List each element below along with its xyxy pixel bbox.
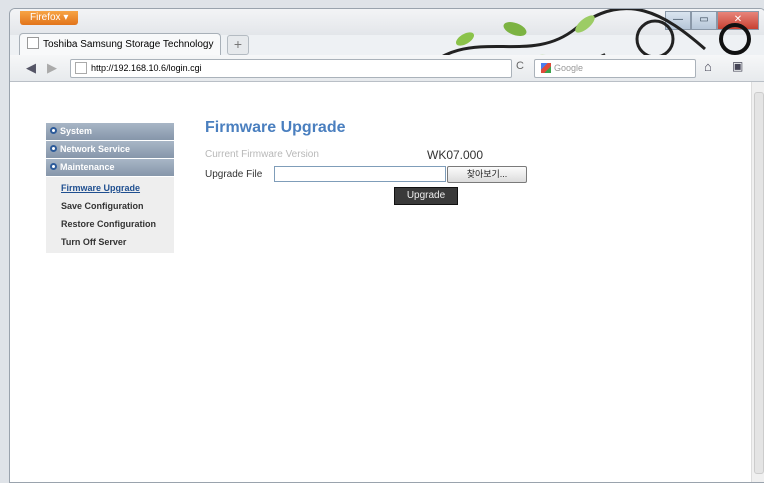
navigation-bar: ◀ ▶ http://192.168.10.6/login.cgi C Goog… — [10, 55, 764, 82]
google-icon — [541, 62, 551, 73]
section-label: Network Service — [60, 144, 131, 154]
bullet-icon — [50, 127, 57, 135]
back-arrow-icon[interactable]: ◀ — [22, 59, 40, 76]
sidebar-item-save-configuration[interactable]: Save Configuration — [46, 197, 174, 215]
upgrade-file-label: Upgrade File — [205, 169, 263, 180]
sidebar-menu: System Network Service Maintenance Firmw… — [46, 123, 174, 253]
vertical-scrollbar[interactable] — [751, 82, 764, 482]
sidebar-item-turn-off-server[interactable]: Turn Off Server — [46, 233, 174, 251]
browse-button[interactable]: 찾아보기... — [447, 166, 527, 183]
upgrade-file-input[interactable] — [274, 166, 446, 182]
forward-arrow-icon[interactable]: ▶ — [44, 59, 60, 76]
sidebar-section-system[interactable]: System — [46, 123, 174, 140]
home-icon[interactable]: ⌂ — [704, 59, 712, 74]
url-text: http://192.168.10.6/login.cgi — [91, 63, 202, 73]
sidebar-item-restore-configuration[interactable]: Restore Configuration — [46, 215, 174, 233]
tab-title: Toshiba Samsung Storage Technology — [43, 39, 214, 50]
section-label: Maintenance — [60, 162, 115, 172]
search-input[interactable]: Google — [534, 59, 696, 78]
bullet-icon — [50, 163, 57, 171]
section-label: System — [60, 126, 93, 136]
upgrade-button[interactable]: Upgrade — [394, 187, 458, 205]
firmware-version-label: Current Firmware Version — [205, 149, 319, 160]
tab-toshiba[interactable]: Toshiba Samsung Storage Technology — [19, 33, 221, 56]
extension-icon[interactable]: ▣ — [732, 59, 743, 73]
sidebar-item-firmware-upgrade[interactable]: Firmware Upgrade — [46, 179, 174, 197]
maintenance-submenu: Firmware Upgrade Save Configuration Rest… — [46, 177, 174, 253]
firmware-version-value: WK07.000 — [427, 148, 484, 162]
sidebar-section-network-service[interactable]: Network Service — [46, 141, 174, 158]
reload-icon[interactable]: C — [516, 60, 524, 72]
firefox-menu-button[interactable]: Firefox ▾ — [20, 11, 79, 25]
sidebar-section-maintenance[interactable]: Maintenance — [46, 159, 174, 176]
site-identity-icon — [75, 61, 87, 74]
scrollbar-thumb[interactable] — [754, 92, 764, 474]
bullet-icon — [50, 145, 57, 153]
page-title: Firmware Upgrade — [205, 119, 346, 136]
url-bar[interactable]: http://192.168.10.6/login.cgi — [70, 59, 512, 78]
search-placeholder: Google — [554, 63, 584, 73]
new-tab-button[interactable]: + — [227, 35, 249, 55]
page-favicon-icon — [27, 37, 39, 50]
